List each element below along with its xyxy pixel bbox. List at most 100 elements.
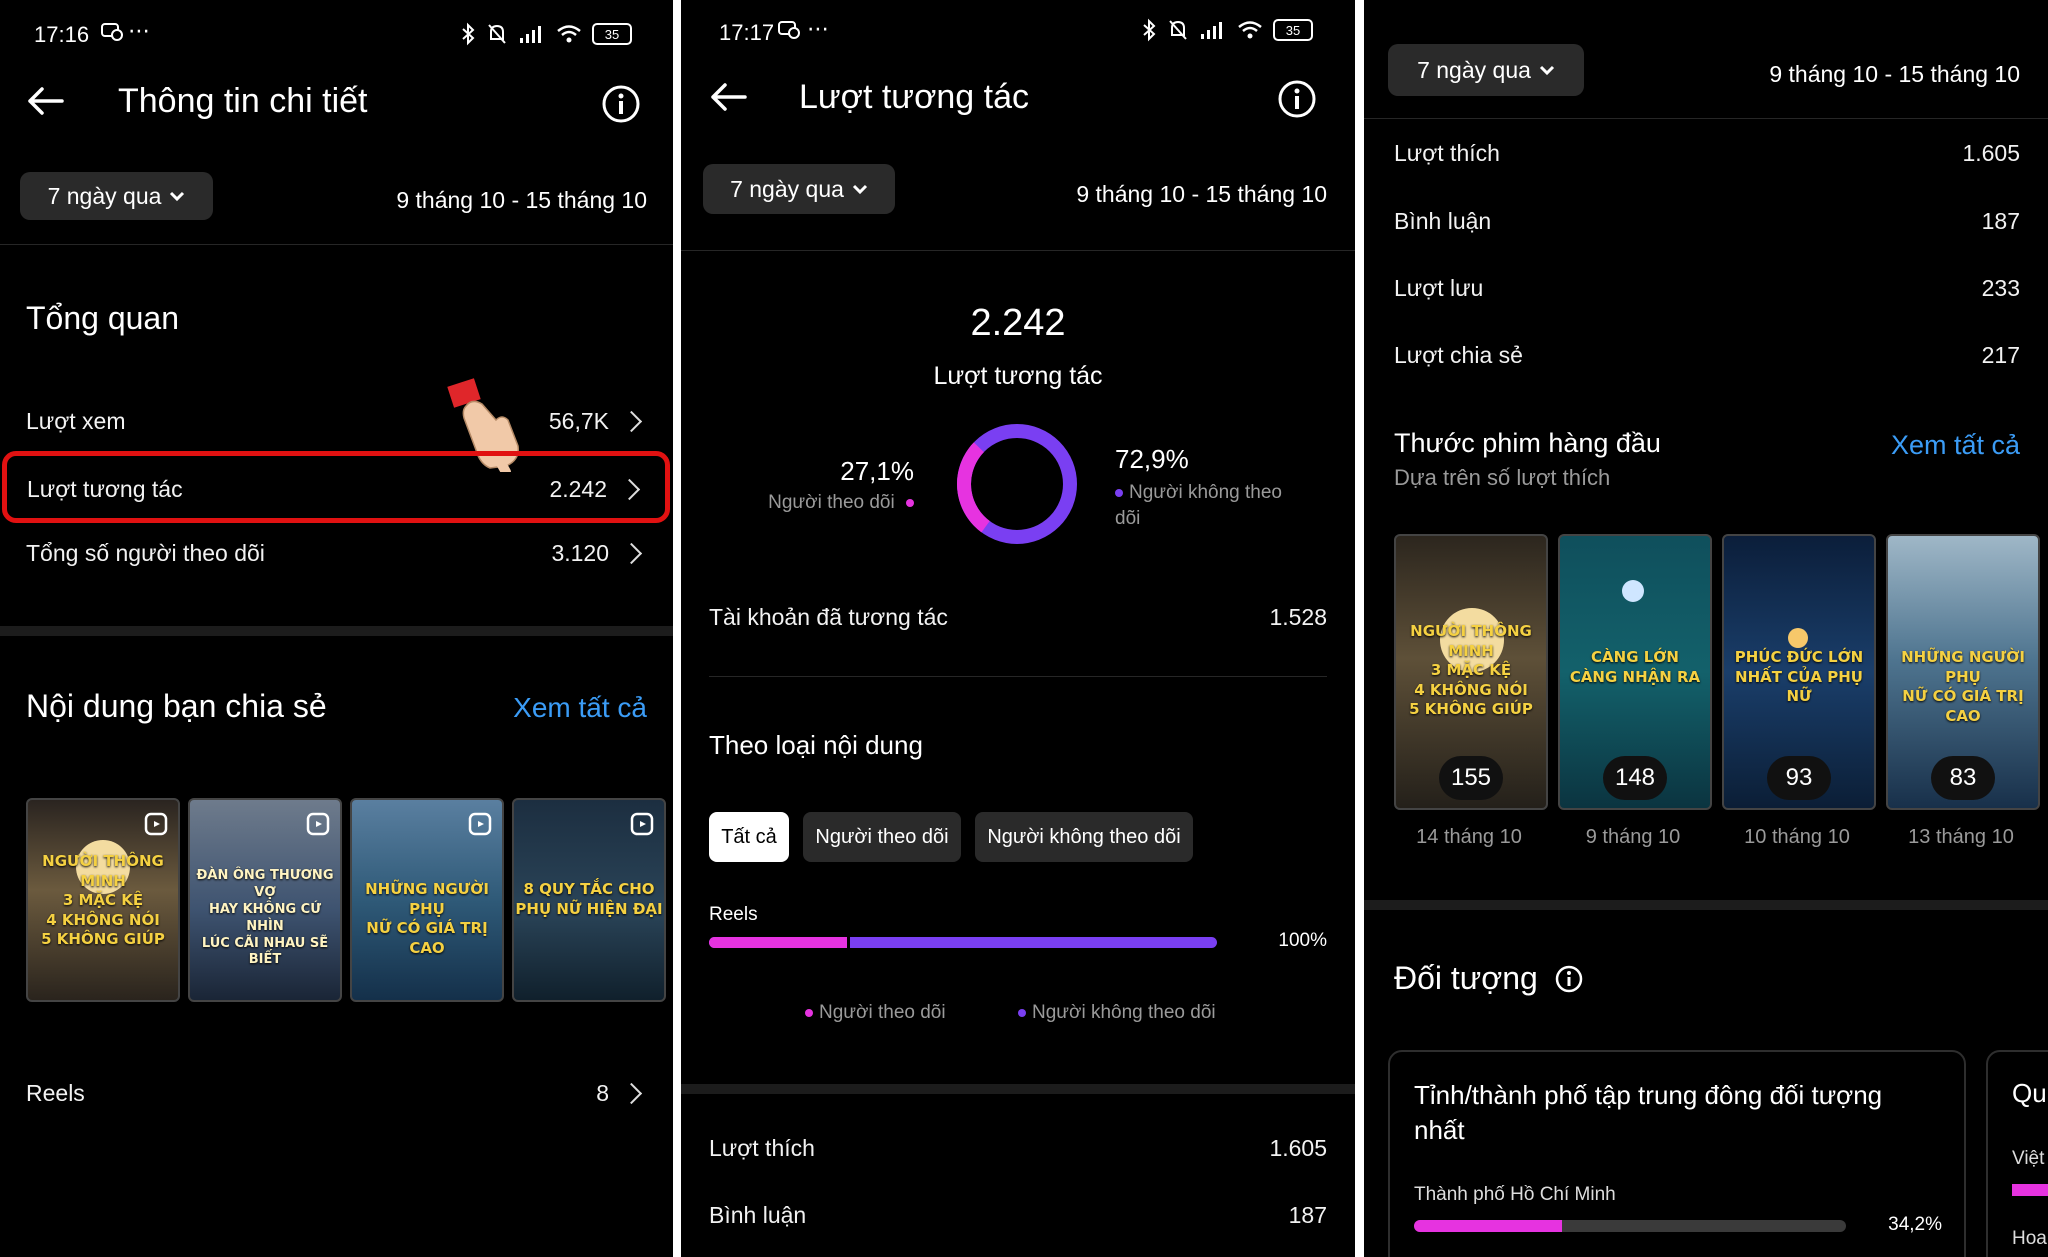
content-thumbnail[interactable]: 8 QUY TẮC CHO PHỤ NỮ HIỆN ĐẠI [512,798,666,1002]
reel-date: 14 tháng 10 [1416,826,1522,848]
likes-label: Lượt thích [1394,140,1500,166]
comments-value: 187 [1288,1202,1327,1228]
country-card-partial: Qu Việt Hoa [1986,1050,2048,1257]
row-followers[interactable]: Tổng số người theo dõi 3.120 [0,536,673,586]
chevron-right-icon [620,542,643,565]
row-reels[interactable]: Reels 8 [0,1076,673,1126]
battery-icon: 35 [1273,19,1313,41]
nonfollowers-dot [1018,1008,1026,1017]
thumbnail-caption: 8 QUY TẮC CHO PHỤ NỮ HIỆN ĐẠI [515,880,663,918]
info-icon[interactable] [1277,79,1317,124]
followers-percent: 27,1% [840,456,914,486]
shares-value: 217 [1981,342,2020,368]
dropdown-label: 7 ngày qua [730,175,844,202]
bar-label: Reels [709,904,758,925]
chevron-right-icon [620,1082,643,1105]
status-icons: 35 [460,22,632,46]
signal-icon [1201,22,1222,39]
reel-icon [144,812,168,841]
row-value: 3.120 [551,540,609,566]
content-thumbnail[interactable]: ĐÀN ÔNG THƯƠNG VỢ HAY KHÔNG CỨ NHÌN LÚC … [188,798,342,1002]
bluetooth-icon [462,22,475,46]
top-reel-thumbnail[interactable]: CÀNG LỚN CÀNG NHẬN RA 148 [1558,534,1712,810]
moon-image [1788,628,1808,648]
status-more: ⋯ [807,16,829,41]
see-all-link[interactable]: Xem tất cả [1891,430,2020,461]
card-title: Tỉnh/thành phố tập trung đông đối tượng … [1414,1080,1883,1146]
info-icon[interactable] [1554,964,1584,999]
top-city-card: Tỉnh/thành phố tập trung đông đối tượng … [1388,1050,1966,1257]
filter-followers[interactable]: Người theo dõi [803,812,961,862]
info-icon[interactable] [601,84,641,129]
page-title: Thông tin chi tiết [118,82,368,120]
accounts-value: 1.528 [1269,604,1327,630]
filter-all[interactable]: Tất cả [709,812,789,862]
reel-date: 10 tháng 10 [1744,826,1850,848]
back-button[interactable] [709,80,749,119]
card-title-fragment: Qu [2012,1078,2047,1108]
country-label-fragment: Việt [2012,1148,2045,1169]
date-range-dropdown[interactable]: 7 ngày qua [703,164,895,214]
like-count-badge: 155 [1439,756,1503,800]
date-range-dropdown[interactable]: 7 ngày qua [1388,44,1584,96]
date-range-label: 9 tháng 10 - 15 tháng 10 [1769,61,2020,87]
wifi-icon [1238,21,1262,39]
row-label: Tổng số người theo dõi [26,540,265,566]
comments-label: Bình luận [1394,208,1492,234]
reel-date: 9 tháng 10 [1585,826,1681,848]
chevron-down-icon [852,184,867,195]
back-button[interactable] [26,84,66,123]
dropdown-label: 7 ngày qua [1417,56,1531,83]
battery-icon: 35 [592,23,632,45]
like-count-badge: 93 [1767,756,1831,800]
reel-icon [630,812,654,841]
status-more: ⋯ [128,18,150,43]
see-all-link[interactable]: Xem tất cả [513,692,647,724]
followers-dot [805,1008,813,1017]
legend-label: Người không theo dõi [1115,482,1282,529]
interactions-detail-panel: 7 ngày qua 9 tháng 10 - 15 tháng 10 Lượt… [1364,0,2048,1257]
chevron-down-icon [170,191,185,202]
thumbnail-caption: NGƯỜI THÔNG MINH 3 MẶC KỆ 4 KHÔNG NÓI 5 … [41,852,165,948]
date-range-dropdown[interactable]: 7 ngày qua [20,172,213,220]
followers-dot [906,498,914,507]
content-thumbnail[interactable]: NHỮNG NGƯỜI PHỤ NỮ CÓ GIÁ TRỊ CAO [350,798,504,1002]
saves-label: Lượt lưu [1394,275,1484,301]
signal-icon [520,26,541,43]
comments-value: 187 [1981,208,2020,234]
row-views[interactable]: Lượt xem 56,7K [0,396,673,446]
content-thumbnail[interactable]: NGƯỜI THÔNG MINH 3 MẶC KỆ 4 KHÔNG NÓI 5 … [26,798,180,1002]
thumbnail-caption: ĐÀN ÔNG THƯƠNG VỢ HAY KHÔNG CỨ NHÌN LÚC … [196,868,334,968]
notification-icon [777,18,801,45]
donut-followers-arc [956,424,1077,544]
nonfollowers-legend: Người không theo dõi [1115,480,1295,531]
city-label: Thành phố Hồ Chí Minh [1414,1184,1616,1205]
insights-panel: 17:16 ⋯ 35 Thông tin chi tiết 7 ngày qua… [0,0,673,1257]
content-type-heading: Theo loại nội dung [709,730,923,760]
row-label: Lượt xem [26,408,126,434]
like-count-badge: 148 [1603,756,1667,800]
city-bar [1414,1220,1846,1232]
thumbnail-caption: CÀNG LỚN CÀNG NHẬN RA [1569,648,1701,686]
top-reel-thumbnail[interactable]: PHÚC ĐỨC LỚN NHẤT CỦA PHỤ NỮ 93 [1722,534,1876,810]
date-range-label: 9 tháng 10 - 15 tháng 10 [1076,181,1327,207]
top-reel-thumbnail[interactable]: NHỮNG NGƯỜI PHỤ NỮ CÓ GIÁ TRỊ CAO 83 [1886,534,2040,810]
top-reel-thumbnail[interactable]: NGƯỜI THÔNG MINH 3 MẶC KỆ 4 KHÔNG NÓI 5 … [1394,534,1548,810]
row-interactions-highlighted[interactable]: Lượt tương tác 2.242 [2,451,670,523]
reel-date: 13 tháng 10 [1908,826,2014,848]
status-time: 17:17 [719,20,775,45]
moon-image [1622,580,1644,602]
reel-icon [306,812,330,841]
interactions-panel: 17:17 ⋯ 35 Lượt tương tác 7 ngày qua 9 t… [681,0,1355,1257]
country-label-fragment: Hoa [2012,1228,2047,1249]
row-label: Reels [26,1080,85,1106]
filter-nonfollowers[interactable]: Người không theo dõi [975,812,1193,862]
reel-icon [468,812,492,841]
top-reels-heading: Thước phim hàng đầu [1394,428,1661,458]
comments-label: Bình luận [709,1202,807,1228]
total-interactions-value: 2.242 [970,302,1066,344]
followers-legend: Người theo dõi [768,492,914,514]
likes-value: 1.605 [1269,1135,1327,1161]
thumbnail-caption: NGƯỜI THÔNG MINH 3 MẶC KỆ 4 KHÔNG NÓI 5 … [1409,622,1533,718]
wifi-icon [557,25,581,43]
